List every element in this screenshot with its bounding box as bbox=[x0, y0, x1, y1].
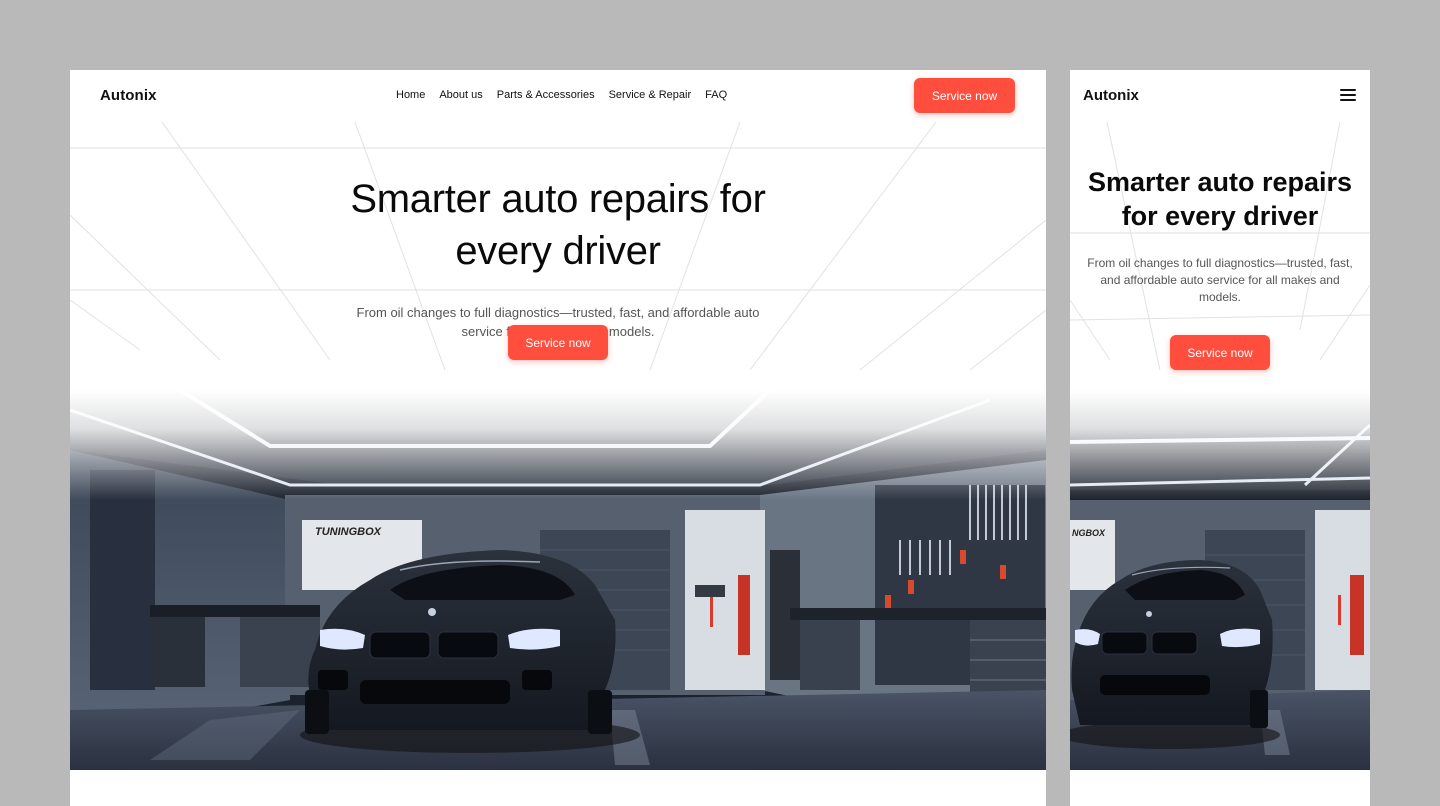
nav-service-now-button[interactable]: Service now bbox=[914, 78, 1015, 113]
main-nav: Home About us Parts & Accessories Servic… bbox=[396, 89, 727, 101]
hero-service-now-button[interactable]: Service now bbox=[508, 325, 608, 360]
mobile-garage-sign-text: NGBOX bbox=[1072, 528, 1106, 538]
hamburger-menu-icon[interactable] bbox=[1340, 89, 1356, 103]
brand-logo[interactable]: Autonix bbox=[100, 87, 157, 104]
garage-sign-text: TUNINGBOX bbox=[315, 526, 382, 538]
nav-item-home[interactable]: Home bbox=[396, 89, 425, 101]
mobile-preview: Autonix Smarter auto repairs for every d… bbox=[1070, 70, 1370, 806]
nav-item-service-repair[interactable]: Service & Repair bbox=[609, 89, 692, 101]
mobile-hero-title: Smarter auto repairs for every driver bbox=[1087, 167, 1353, 232]
mobile-service-now-button[interactable]: Service now bbox=[1170, 335, 1270, 370]
mobile-brand-logo[interactable]: Autonix bbox=[1083, 87, 1139, 104]
mobile-hero-garage-image: NGBOX bbox=[1070, 390, 1370, 770]
hero-title: Smarter auto repairs for every driver bbox=[350, 176, 766, 273]
mobile-hero-subtitle: From oil changes to full diagnostics—tru… bbox=[1087, 256, 1353, 304]
desktop-preview: Autonix Home About us Parts & Accessorie… bbox=[70, 70, 1046, 806]
nav-item-about-us[interactable]: About us bbox=[439, 89, 482, 101]
hero-garage-image: TUNINGBOX bbox=[70, 390, 1046, 770]
nav-item-faq[interactable]: FAQ bbox=[705, 89, 727, 101]
nav-item-parts-accessories[interactable]: Parts & Accessories bbox=[497, 89, 595, 101]
